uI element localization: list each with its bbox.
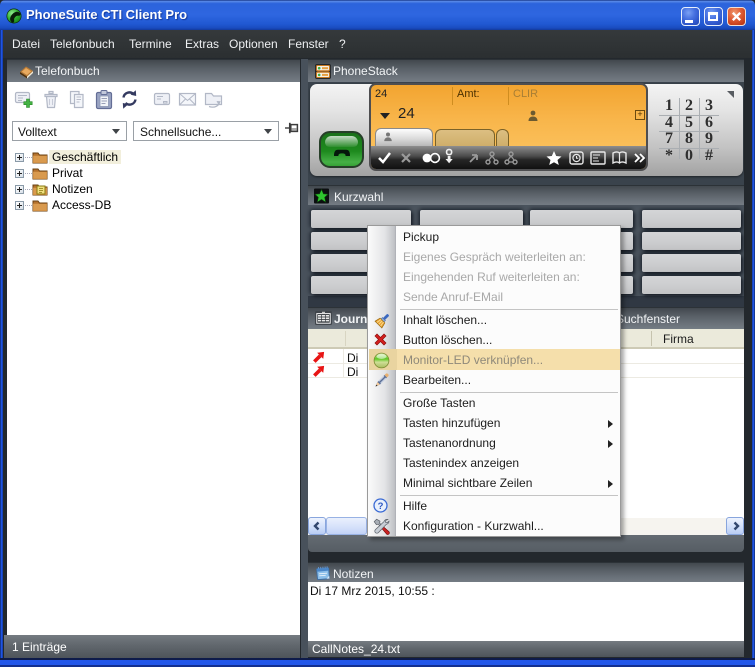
svg-text:?: ?: [378, 501, 384, 512]
